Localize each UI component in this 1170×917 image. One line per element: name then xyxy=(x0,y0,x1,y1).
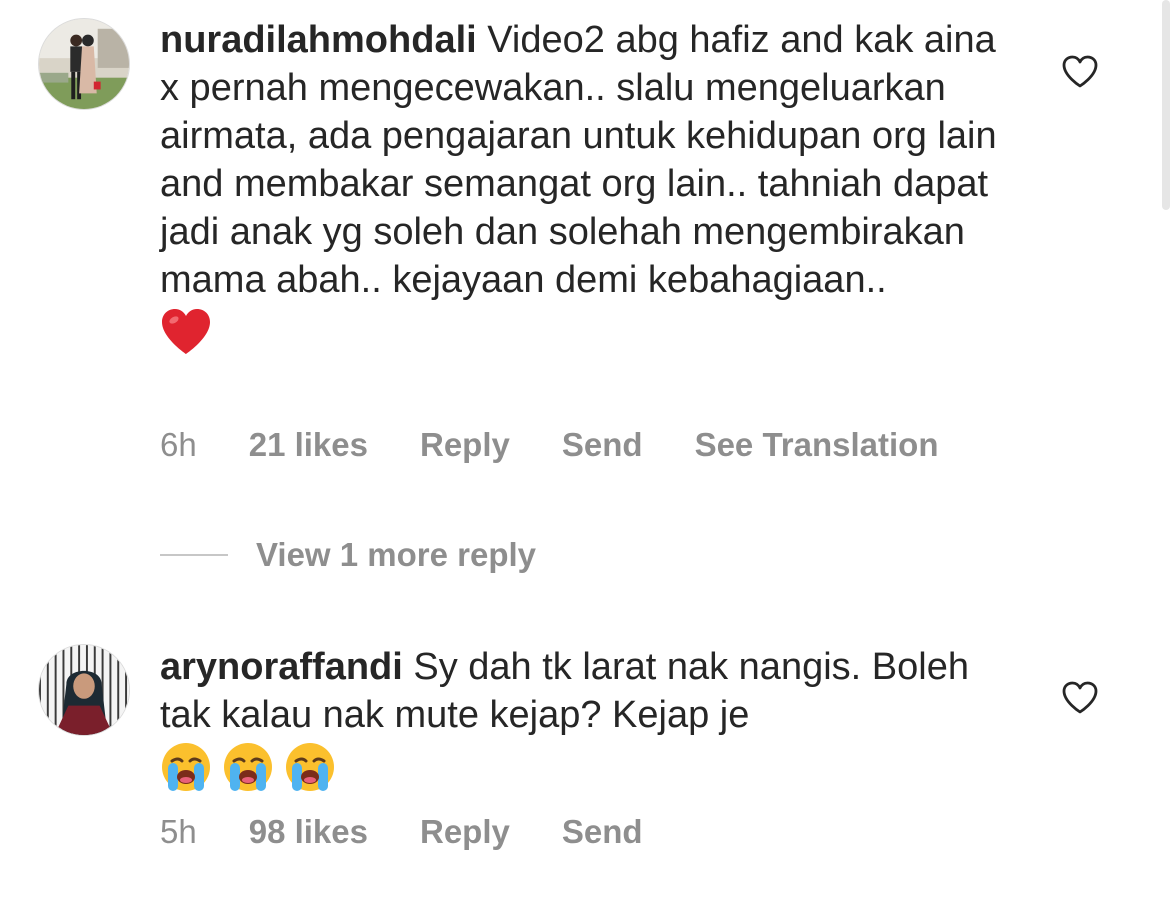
red-heart-emoji xyxy=(160,308,1020,368)
comment-text-block: arynoraffandi Sy dah tk larat nak nangis… xyxy=(160,643,1020,793)
loudly-crying-face-emoji xyxy=(286,743,334,791)
loudly-crying-face-emoji xyxy=(224,743,272,791)
like-comment-button[interactable] xyxy=(1060,678,1100,718)
send-button[interactable]: Send xyxy=(562,813,643,851)
view-more-replies-label: View 1 more reply xyxy=(256,536,537,573)
heart-outline-icon xyxy=(1062,681,1098,714)
comment-username[interactable]: arynoraffandi xyxy=(160,646,403,688)
loudly-crying-face-emoji xyxy=(162,743,210,791)
reply-button[interactable]: Reply xyxy=(420,813,510,851)
likes-count[interactable]: 98 likes xyxy=(249,813,368,851)
avatar[interactable] xyxy=(38,18,130,110)
scrollbar[interactable] xyxy=(1162,0,1170,210)
replies-divider xyxy=(160,554,228,556)
comment-timestamp: 6h xyxy=(160,426,197,463)
comment-text: Video2 abg hafiz and kak aina x pernah m… xyxy=(160,19,997,301)
comment-timestamp: 5h xyxy=(160,813,197,850)
comment-text-block: nuradilahmohdali Video2 abg hafiz and ka… xyxy=(160,16,1020,368)
crying-emojis xyxy=(160,741,1020,793)
comment-username[interactable]: nuradilahmohdali xyxy=(160,19,477,61)
send-button[interactable]: Send xyxy=(562,426,643,464)
reply-button[interactable]: Reply xyxy=(420,426,510,464)
comment-meta: 5h 98 likes Reply Send xyxy=(160,808,695,856)
likes-count[interactable]: 21 likes xyxy=(249,426,368,464)
view-more-replies-button[interactable]: View 1 more reply xyxy=(160,532,536,578)
see-translation-button[interactable]: See Translation xyxy=(695,426,939,464)
heart-outline-icon xyxy=(1062,55,1098,88)
avatar[interactable] xyxy=(38,644,130,736)
like-comment-button[interactable] xyxy=(1060,52,1100,92)
comment-meta: 6h 21 likes Reply Send See Translation xyxy=(160,421,991,469)
